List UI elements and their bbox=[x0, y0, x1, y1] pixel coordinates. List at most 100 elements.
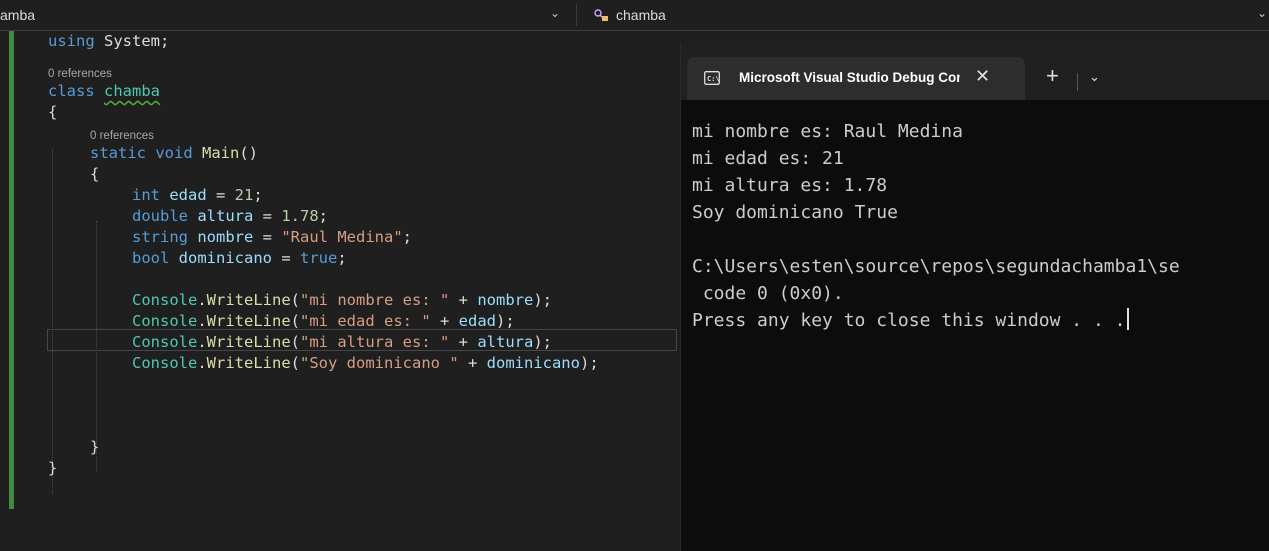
dot: . bbox=[197, 291, 207, 309]
output-line: mi edad es: 21 bbox=[692, 148, 844, 169]
output-line: C:\Users\esten\source\repos\segundachamb… bbox=[692, 256, 1180, 277]
method-name: WriteLine bbox=[206, 333, 291, 351]
codelens-references[interactable]: 0 references bbox=[48, 129, 599, 143]
class-name: Console bbox=[132, 312, 198, 330]
variable: edad bbox=[169, 186, 207, 204]
class-name: Console bbox=[132, 291, 198, 309]
variable: nombre bbox=[197, 228, 254, 246]
number: 1.78 bbox=[281, 207, 319, 225]
operator: = bbox=[272, 249, 300, 267]
variable: dominicano bbox=[486, 354, 580, 372]
dot: . bbox=[197, 312, 207, 330]
code-editor[interactable]: using System; 0 references class chamba … bbox=[0, 31, 680, 551]
project-dropdown-label: amba bbox=[0, 7, 36, 23]
code-line: Console.WriteLine("Soy dominicano " + do… bbox=[132, 354, 599, 372]
number: 21 bbox=[234, 186, 254, 204]
variable: altura bbox=[197, 207, 254, 225]
debug-console-window[interactable]: C:\ Microsoft Visual Studio Debug Consol… bbox=[680, 43, 1269, 551]
class-icon bbox=[594, 9, 608, 21]
keyword: double bbox=[132, 207, 188, 225]
close-icon[interactable]: ✕ bbox=[975, 66, 990, 87]
operator: = bbox=[253, 207, 282, 225]
code-line: class chamba bbox=[48, 81, 599, 102]
code-line: { bbox=[48, 102, 599, 123]
code-content[interactable]: using System; 0 references class chamba … bbox=[48, 31, 599, 479]
method-name: WriteLine bbox=[206, 312, 291, 330]
brace: } bbox=[48, 459, 58, 477]
dot: . bbox=[197, 354, 207, 372]
brace: { bbox=[90, 165, 100, 183]
keyword: using bbox=[48, 32, 95, 50]
variable: altura bbox=[477, 333, 534, 351]
semicolon: ; bbox=[402, 228, 413, 246]
keyword: int bbox=[132, 186, 160, 204]
code-line: Console.WriteLine("mi nombre es: " + nom… bbox=[132, 291, 552, 309]
type-dropdown[interactable]: chamba ⌄ bbox=[592, 0, 1269, 30]
tab-debug-console[interactable]: C:\ Microsoft Visual Studio Debug Consol… bbox=[687, 57, 1025, 100]
keyword: bool bbox=[132, 249, 170, 267]
text-cursor bbox=[1127, 308, 1130, 330]
code-line: Console.WriteLine("mi altura es: " + alt… bbox=[132, 333, 552, 351]
method-name: Main bbox=[202, 144, 240, 162]
keyword: void bbox=[155, 144, 193, 162]
string: "mi altura es: " bbox=[300, 333, 450, 351]
keyword: string bbox=[132, 228, 188, 246]
string: "mi nombre es: " bbox=[300, 291, 450, 309]
keyword: true bbox=[300, 249, 338, 267]
output-line: mi altura es: 1.78 bbox=[692, 175, 888, 196]
tab-title: Microsoft Visual Studio Debug Console bbox=[739, 70, 960, 85]
namespace: System; bbox=[104, 32, 170, 50]
string: "Soy dominicano " bbox=[300, 354, 459, 372]
chevron-down-icon: ⌄ bbox=[1256, 6, 1267, 20]
parens: () bbox=[239, 144, 259, 162]
brace: } bbox=[90, 438, 100, 456]
keyword: static bbox=[90, 144, 146, 162]
output-line: Press any key to close this window . . . bbox=[692, 310, 1126, 331]
chevron-down-icon[interactable]: ⌄ bbox=[1089, 69, 1100, 85]
string: "mi edad es: " bbox=[300, 312, 431, 330]
brace: { bbox=[48, 103, 58, 121]
variable: dominicano bbox=[178, 249, 272, 267]
svg-text:C:\: C:\ bbox=[707, 75, 720, 83]
code-line: double altura = 1.78; bbox=[48, 206, 599, 227]
codelens-references[interactable]: 0 references bbox=[48, 67, 599, 81]
new-tab-button[interactable]: + bbox=[1046, 63, 1059, 89]
project-dropdown[interactable]: amba ⌄ bbox=[0, 0, 574, 30]
operator: = bbox=[206, 186, 235, 204]
class-name: chamba bbox=[104, 82, 161, 100]
variable: edad bbox=[458, 312, 496, 330]
change-tracking-bar bbox=[9, 31, 14, 509]
output-line: code 0 (0x0). bbox=[692, 283, 844, 304]
code-line: { bbox=[48, 164, 599, 185]
tab-divider bbox=[1077, 73, 1078, 91]
method-name: WriteLine bbox=[206, 354, 291, 372]
code-line: using System; bbox=[48, 31, 599, 52]
string: "Raul Medina" bbox=[281, 228, 403, 246]
type-dropdown-label: chamba bbox=[616, 7, 666, 23]
console-icon: C:\ bbox=[704, 71, 720, 85]
code-line: Console.WriteLine("mi edad es: " + edad)… bbox=[132, 312, 515, 330]
console-output[interactable]: mi nombre es: Raul Medina mi edad es: 21 m… bbox=[692, 118, 1180, 334]
terminal-tab-bar: C:\ Microsoft Visual Studio Debug Consol… bbox=[681, 43, 1269, 100]
code-line: int edad = 21; bbox=[48, 185, 599, 206]
semicolon: ; bbox=[318, 207, 329, 225]
navbar-divider bbox=[576, 4, 577, 26]
code-line: string nombre = "Raul Medina"; bbox=[48, 227, 599, 248]
code-line: } bbox=[48, 437, 599, 458]
operator: = bbox=[253, 228, 282, 246]
chevron-down-icon: ⌄ bbox=[549, 6, 560, 20]
navigation-bar: amba ⌄ chamba ⌄ bbox=[0, 0, 1269, 31]
variable: nombre bbox=[477, 291, 534, 309]
class-name: Console bbox=[132, 354, 198, 372]
output-line: Soy dominicano True bbox=[692, 202, 898, 223]
code-line: static void Main() bbox=[48, 143, 599, 164]
semicolon: ; bbox=[253, 186, 263, 204]
dot: . bbox=[197, 333, 207, 351]
code-line: } bbox=[48, 458, 599, 479]
